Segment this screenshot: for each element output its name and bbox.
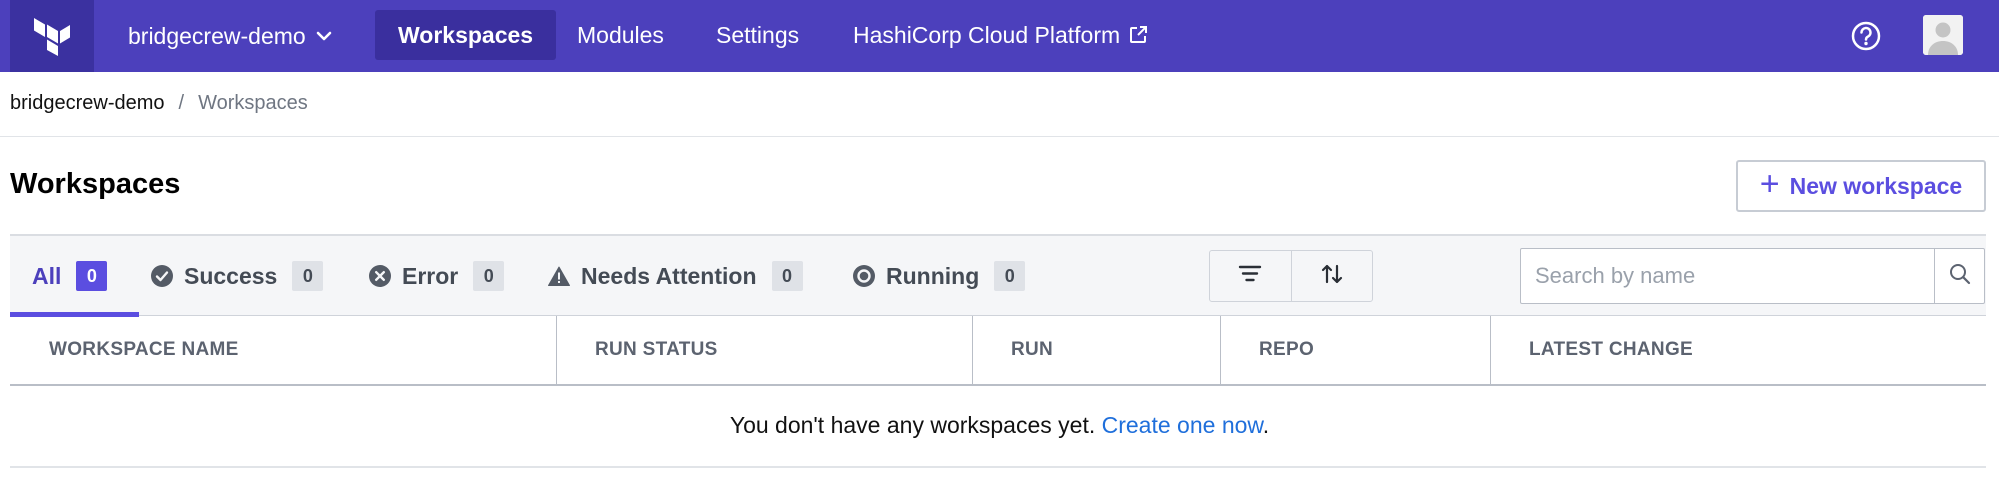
sort-arrows-icon bbox=[1320, 263, 1344, 290]
breadcrumb-org[interactable]: bridgecrew-demo bbox=[10, 92, 165, 115]
tab-running-label: Running bbox=[886, 262, 980, 289]
tab-success-label: Success bbox=[184, 262, 278, 289]
tab-needs-attention[interactable]: Needs Attention 0 bbox=[548, 236, 803, 316]
search-button[interactable] bbox=[1934, 249, 1984, 303]
breadcrumb-separator: / bbox=[178, 92, 185, 114]
check-circle-icon bbox=[151, 265, 173, 287]
nav-hcp-label: HashiCorp Cloud Platform bbox=[853, 21, 1121, 48]
nav-hcp[interactable]: HashiCorp Cloud Platform bbox=[830, 10, 1171, 60]
column-header-run[interactable]: RUN bbox=[1011, 316, 1053, 384]
tab-all-label: All bbox=[32, 262, 62, 289]
empty-state-period: . bbox=[1262, 412, 1270, 438]
tab-error[interactable]: Error 0 bbox=[369, 236, 505, 316]
terraform-logo-icon[interactable] bbox=[10, 0, 94, 72]
new-workspace-label: New workspace bbox=[1789, 172, 1963, 199]
column-divider bbox=[556, 316, 557, 384]
create-workspace-link[interactable]: Create one now bbox=[1102, 412, 1263, 438]
org-switcher[interactable]: bridgecrew-demo bbox=[128, 0, 332, 72]
nav-workspaces[interactable]: Workspaces bbox=[375, 10, 557, 60]
column-divider bbox=[1220, 316, 1221, 384]
divider bbox=[0, 136, 1999, 137]
tab-needs-attention-count: 0 bbox=[771, 261, 803, 291]
help-icon[interactable] bbox=[1850, 20, 1882, 52]
divider bbox=[10, 466, 1986, 468]
new-workspace-button[interactable]: + New workspace bbox=[1736, 160, 1986, 212]
nav-modules-label: Modules bbox=[577, 21, 664, 48]
top-nav: bridgecrew-demo Workspaces Modules Setti… bbox=[0, 0, 1999, 72]
tab-error-label: Error bbox=[402, 262, 459, 289]
nav-modules[interactable]: Modules bbox=[554, 10, 687, 60]
tab-running-count: 0 bbox=[994, 261, 1026, 291]
tab-error-count: 0 bbox=[473, 261, 505, 291]
breadcrumb-current: Workspaces bbox=[198, 92, 308, 114]
page-title: Workspaces bbox=[10, 168, 181, 200]
tab-running[interactable]: Running 0 bbox=[853, 236, 1026, 316]
sort-button[interactable] bbox=[1290, 251, 1373, 301]
plus-icon: + bbox=[1759, 165, 1780, 203]
search-icon bbox=[1949, 263, 1971, 290]
avatar[interactable] bbox=[1923, 15, 1963, 55]
column-header-repo[interactable]: REPO bbox=[1259, 316, 1314, 384]
breadcrumb: bridgecrew-demo / Workspaces bbox=[10, 92, 308, 115]
tab-all-count: 0 bbox=[76, 261, 108, 291]
table-header: WORKSPACE NAME RUN STATUS RUN REPO LATES… bbox=[10, 316, 1986, 386]
empty-state: You don't have any workspaces yet. Creat… bbox=[0, 412, 1999, 439]
nav-settings[interactable]: Settings bbox=[693, 10, 822, 60]
column-divider bbox=[972, 316, 973, 384]
org-name: bridgecrew-demo bbox=[128, 22, 306, 49]
column-divider bbox=[1490, 316, 1491, 384]
chevron-down-icon bbox=[316, 30, 332, 42]
search-input[interactable] bbox=[1521, 249, 1934, 303]
filter-button[interactable] bbox=[1210, 251, 1291, 301]
running-circle-icon bbox=[853, 265, 875, 287]
nav-workspaces-label: Workspaces bbox=[398, 21, 534, 48]
tab-all[interactable]: All 0 bbox=[32, 236, 108, 316]
tab-needs-attention-label: Needs Attention bbox=[581, 262, 757, 289]
x-circle-icon bbox=[369, 265, 391, 287]
column-header-workspace-name[interactable]: WORKSPACE NAME bbox=[49, 316, 239, 384]
search-box bbox=[1520, 248, 1985, 304]
filter-sort-group bbox=[1209, 250, 1373, 302]
warning-triangle-icon bbox=[548, 266, 570, 286]
column-header-latest-change[interactable]: LATEST CHANGE bbox=[1529, 316, 1693, 384]
tab-success-count: 0 bbox=[292, 261, 324, 291]
external-link-icon bbox=[1128, 25, 1148, 45]
filter-bar: All 0 Success 0 Error 0 Needs Attention … bbox=[10, 234, 1986, 317]
column-header-run-status[interactable]: RUN STATUS bbox=[595, 316, 718, 384]
filter-icon bbox=[1238, 264, 1262, 289]
nav-settings-label: Settings bbox=[716, 21, 800, 48]
tab-success[interactable]: Success 0 bbox=[151, 236, 324, 316]
empty-state-text: You don't have any workspaces yet. bbox=[729, 412, 1102, 438]
